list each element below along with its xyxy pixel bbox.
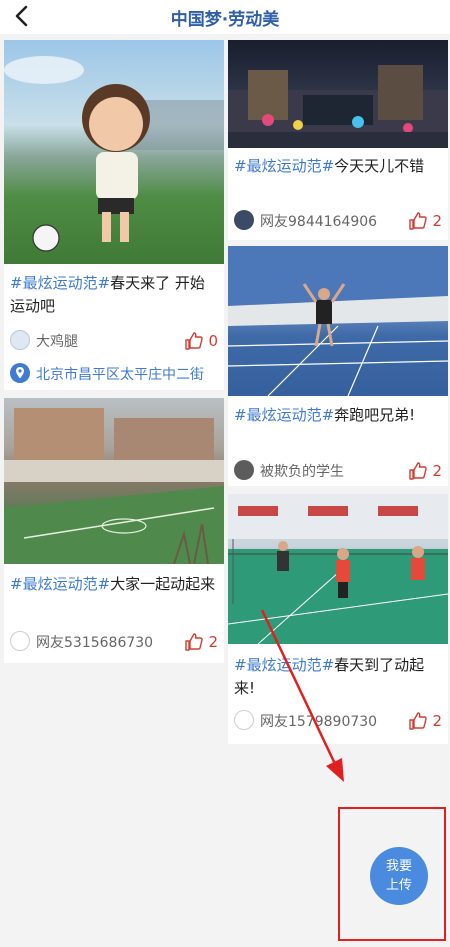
like-button[interactable]: 2 (408, 209, 442, 233)
location-text: 北京市昌平区太平庄中二街 (36, 367, 204, 383)
top-bar: 中国梦·劳动美 (0, 0, 450, 34)
post-caption: #最炫运动范#大家一起动起来 (10, 573, 218, 596)
author-name[interactable]: 网友9844164906 (260, 211, 377, 231)
thumbs-up-icon (409, 462, 428, 480)
author-name[interactable]: 网友5315686730 (36, 632, 153, 652)
author-row: 网友9844164906 2 (234, 209, 442, 233)
topic-tag[interactable]: #最炫运动范# (234, 157, 334, 175)
author-name[interactable]: 被欺负的学生 (260, 461, 344, 481)
post-card[interactable]: #最炫运动范#春天来了 开始运动吧 大鸡腿 0 北京市昌平区太平庄中二街 (4, 40, 224, 390)
post-image[interactable] (228, 246, 448, 396)
post-image[interactable] (4, 398, 224, 564)
thumbs-up-icon (185, 633, 204, 651)
location-pin-icon (10, 363, 30, 383)
post-text: 今天天儿不错 (334, 157, 425, 175)
post-card[interactable]: #最炫运动范#今天天儿不错 网友9844164906 2 (228, 40, 448, 240)
avatar[interactable] (234, 210, 254, 230)
upload-button-line2: 上传 (385, 878, 412, 893)
upload-button-line1: 我要 (385, 859, 412, 874)
avatar[interactable] (10, 631, 30, 651)
post-image[interactable] (228, 494, 448, 644)
post-image[interactable] (4, 40, 224, 264)
author-row: 被欺负的学生 2 (234, 459, 442, 483)
topic-tag[interactable]: #最炫运动范# (234, 406, 334, 424)
post-caption: #最炫运动范#春天到了动起来! (234, 654, 442, 700)
author-row: 大鸡腿 0 (10, 329, 218, 353)
avatar[interactable] (234, 710, 254, 730)
post-text: 大家一起动起来 (110, 575, 216, 593)
topic-tag[interactable]: #最炫运动范# (234, 656, 334, 674)
author-row: 网友5315686730 2 (10, 630, 218, 654)
post-card[interactable]: #最炫运动范#大家一起动起来 网友5315686730 2 (4, 398, 224, 663)
like-count: 2 (432, 212, 442, 230)
like-count: 2 (208, 633, 218, 651)
author-row: 网友1579890730 2 (234, 709, 442, 733)
topic-tag[interactable]: #最炫运动范# (10, 575, 110, 593)
post-caption: #最炫运动范#今天天儿不错 (234, 155, 442, 178)
like-button[interactable]: 2 (184, 630, 218, 654)
avatar[interactable] (234, 460, 254, 480)
like-count: 2 (432, 462, 442, 480)
upload-button[interactable]: 我要 上传 (370, 847, 428, 905)
post-caption: #最炫运动范#春天来了 开始运动吧 (10, 272, 218, 318)
post-text: 奔跑吧兄弟! (334, 406, 416, 424)
location-row[interactable]: 北京市昌平区太平庄中二街 (10, 362, 224, 386)
like-button[interactable]: 2 (408, 459, 442, 483)
post-card[interactable]: #最炫运动范#奔跑吧兄弟! 被欺负的学生 2 (228, 246, 448, 486)
author-name[interactable]: 网友1579890730 (260, 711, 377, 731)
page-title: 中国梦·劳动美 (170, 10, 280, 30)
post-caption: #最炫运动范#奔跑吧兄弟! (234, 404, 442, 427)
thumbs-up-icon (185, 332, 204, 350)
post-image[interactable] (228, 40, 448, 148)
topic-tag[interactable]: #最炫运动范# (10, 274, 110, 292)
post-card[interactable]: #最炫运动范#春天到了动起来! 网友1579890730 2 (228, 494, 448, 744)
like-count: 2 (432, 712, 442, 730)
thumbs-up-icon (409, 212, 428, 230)
like-count: 0 (208, 332, 218, 350)
avatar[interactable] (10, 330, 30, 350)
author-name[interactable]: 大鸡腿 (36, 331, 78, 351)
thumbs-up-icon (409, 712, 428, 730)
like-button[interactable]: 0 (184, 329, 218, 353)
like-button[interactable]: 2 (408, 709, 442, 733)
